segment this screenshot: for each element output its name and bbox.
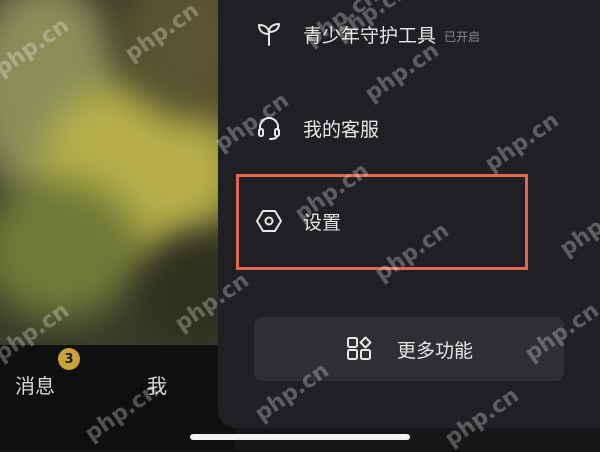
menu-item-label: 青少年守护工具 <box>303 24 437 47</box>
headset-icon <box>255 114 283 142</box>
background-content-blurred <box>0 0 235 345</box>
more-features-label: 更多功能 <box>396 339 473 362</box>
grid-apps-icon <box>345 335 373 363</box>
sprout-icon <box>255 20 283 48</box>
tab-me[interactable]: 我 <box>147 370 167 399</box>
messages-badge: 3 <box>58 348 80 370</box>
more-features-button[interactable]: 更多功能 <box>254 317 564 381</box>
tab-messages[interactable]: 消息 <box>15 370 55 399</box>
status-label: 已开启 <box>444 29 481 44</box>
home-indicator[interactable] <box>190 434 410 440</box>
menu-item-youth-protection[interactable]: 青少年守护工具 已开启 <box>255 14 480 54</box>
menu-item-label: 我的客服 <box>303 118 380 141</box>
menu-item-customer-service[interactable]: 我的客服 <box>255 108 379 148</box>
settings-highlight-box <box>236 174 528 270</box>
